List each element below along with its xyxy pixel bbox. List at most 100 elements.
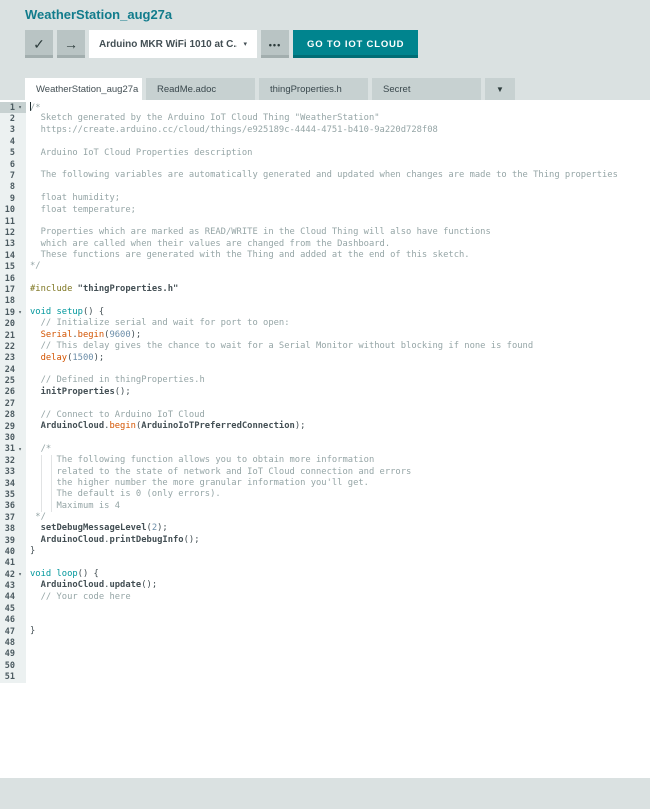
gutter-line[interactable]: 34 [0,478,26,489]
gutter-line[interactable]: 28 [0,410,26,421]
gutter-line[interactable]: 10 [0,205,26,216]
code-line[interactable]: float humidity; [26,193,650,204]
verify-button[interactable]: ✓ [25,30,53,58]
code-line[interactable] [26,615,650,626]
gutter-line[interactable]: 48 [0,637,26,648]
code-line[interactable]: float temperature; [26,205,650,216]
code-line[interactable]: Arduino IoT Cloud Properties description [26,148,650,159]
gutter-line[interactable]: 30 [0,432,26,443]
gutter-line[interactable]: 6 [0,159,26,170]
code-line[interactable]: The default is 0 (only errors). [26,489,650,500]
code-line[interactable]: https://create.arduino.cc/cloud/things/e… [26,125,650,136]
board-selector[interactable]: Arduino MKR WiFi 1010 at C... ▾ [89,30,257,58]
gutter-line[interactable]: 41 [0,558,26,569]
gutter-line[interactable]: 51 [0,672,26,683]
code-line[interactable] [26,398,650,409]
code-line[interactable] [26,432,650,443]
code-line[interactable]: // This delay gives the chance to wait f… [26,341,650,352]
code-line[interactable]: related to the state of network and IoT … [26,467,650,478]
editor-tab[interactable]: thingProperties.h [259,78,368,100]
code-line[interactable]: These functions are generated with the T… [26,250,650,261]
gutter-line[interactable]: 2 [0,113,26,124]
gutter-line[interactable]: 1▾ [0,102,26,113]
gutter-line[interactable]: 38 [0,523,26,534]
code-line[interactable] [26,364,650,375]
code-line[interactable]: */ [26,512,650,523]
fold-arrow-icon[interactable]: ▾ [15,571,25,578]
gutter-line[interactable]: 35 [0,489,26,500]
code-line[interactable]: The following variables are automaticall… [26,170,650,181]
code-line[interactable]: // Connect to Arduino IoT Cloud [26,410,650,421]
gutter-line[interactable]: 42▾ [0,569,26,580]
code-line[interactable]: /* [26,444,650,455]
code-line[interactable]: ArduinoCloud.begin(ArduinoIoTPreferredCo… [26,421,650,432]
more-options-button[interactable]: ••• [261,30,289,58]
gutter-line[interactable]: 23 [0,353,26,364]
gutter-line[interactable]: 33 [0,467,26,478]
code-line[interactable]: ArduinoCloud.update(); [26,580,650,591]
code-line[interactable]: Properties which are marked as READ/WRIT… [26,227,650,238]
code-line[interactable] [26,603,650,614]
code-line[interactable] [26,273,650,284]
fold-arrow-icon[interactable]: ▾ [15,309,25,316]
gutter-line[interactable]: 16 [0,273,26,284]
tab-overflow-button[interactable]: ▼ [485,78,515,100]
code-line[interactable]: Maximum is 4 [26,501,650,512]
code-line[interactable]: ArduinoCloud.printDebugInfo(); [26,535,650,546]
gutter-line[interactable]: 22 [0,341,26,352]
gutter-line[interactable]: 8 [0,182,26,193]
gutter-line[interactable]: 40 [0,546,26,557]
code-line[interactable]: } [26,626,650,637]
upload-button[interactable]: → [57,30,85,58]
code-line[interactable]: #include "thingProperties.h" [26,284,650,295]
gutter-line[interactable]: 32 [0,455,26,466]
gutter-line[interactable]: 29 [0,421,26,432]
fold-arrow-icon[interactable]: ▾ [15,104,25,111]
gutter-line[interactable]: 50 [0,660,26,671]
code-line[interactable]: initProperties(); [26,387,650,398]
editor-tab[interactable]: WeatherStation_aug27a [25,78,142,100]
fold-arrow-icon[interactable]: ▾ [15,446,25,453]
gutter-line[interactable]: 39 [0,535,26,546]
gutter-line[interactable]: 45 [0,603,26,614]
gutter-line[interactable]: 3 [0,125,26,136]
gutter-line[interactable]: 26 [0,387,26,398]
code-line[interactable]: Sketch generated by the Arduino IoT Clou… [26,113,650,124]
code-line[interactable]: // Defined in thingProperties.h [26,375,650,386]
gutter-line[interactable]: 4 [0,136,26,147]
gutter-line[interactable]: 44 [0,592,26,603]
code-line[interactable]: Serial.begin(9600); [26,330,650,341]
code-line[interactable]: The following function allows you to obt… [26,455,650,466]
gutter-line[interactable]: 12 [0,227,26,238]
gutter-line[interactable]: 25 [0,375,26,386]
code-line[interactable]: // Your code here [26,592,650,603]
code-line[interactable]: // Initialize serial and wait for port t… [26,318,650,329]
gutter-line[interactable]: 21 [0,330,26,341]
code-line[interactable] [26,159,650,170]
code-line[interactable] [26,296,650,307]
gutter-line[interactable]: 47 [0,626,26,637]
gutter-line[interactable]: 46 [0,615,26,626]
gutter-line[interactable]: 13 [0,239,26,250]
gutter-line[interactable]: 18 [0,296,26,307]
go-to-iot-cloud-button[interactable]: GO TO IOT CLOUD [293,30,418,58]
gutter-line[interactable]: 7 [0,170,26,181]
gutter-line[interactable]: 49 [0,649,26,660]
code-line[interactable]: void setup() { [26,307,650,318]
code-line[interactable] [26,558,650,569]
code-line[interactable]: which are called when their values are c… [26,239,650,250]
gutter-line[interactable]: 24 [0,364,26,375]
code-line[interactable] [26,649,650,660]
code-line[interactable] [26,672,650,683]
gutter-line[interactable]: 5 [0,148,26,159]
code-line[interactable] [26,136,650,147]
gutter-line[interactable]: 27 [0,398,26,409]
gutter-line[interactable]: 17 [0,284,26,295]
code-line[interactable]: the higher number the more granular info… [26,478,650,489]
gutter-line[interactable]: 19▾ [0,307,26,318]
editor-tab[interactable]: ReadMe.adoc [146,78,255,100]
gutter-line[interactable]: 9 [0,193,26,204]
gutter-line[interactable]: 37 [0,512,26,523]
gutter-line[interactable]: 36 [0,501,26,512]
gutter-line[interactable]: 20 [0,318,26,329]
